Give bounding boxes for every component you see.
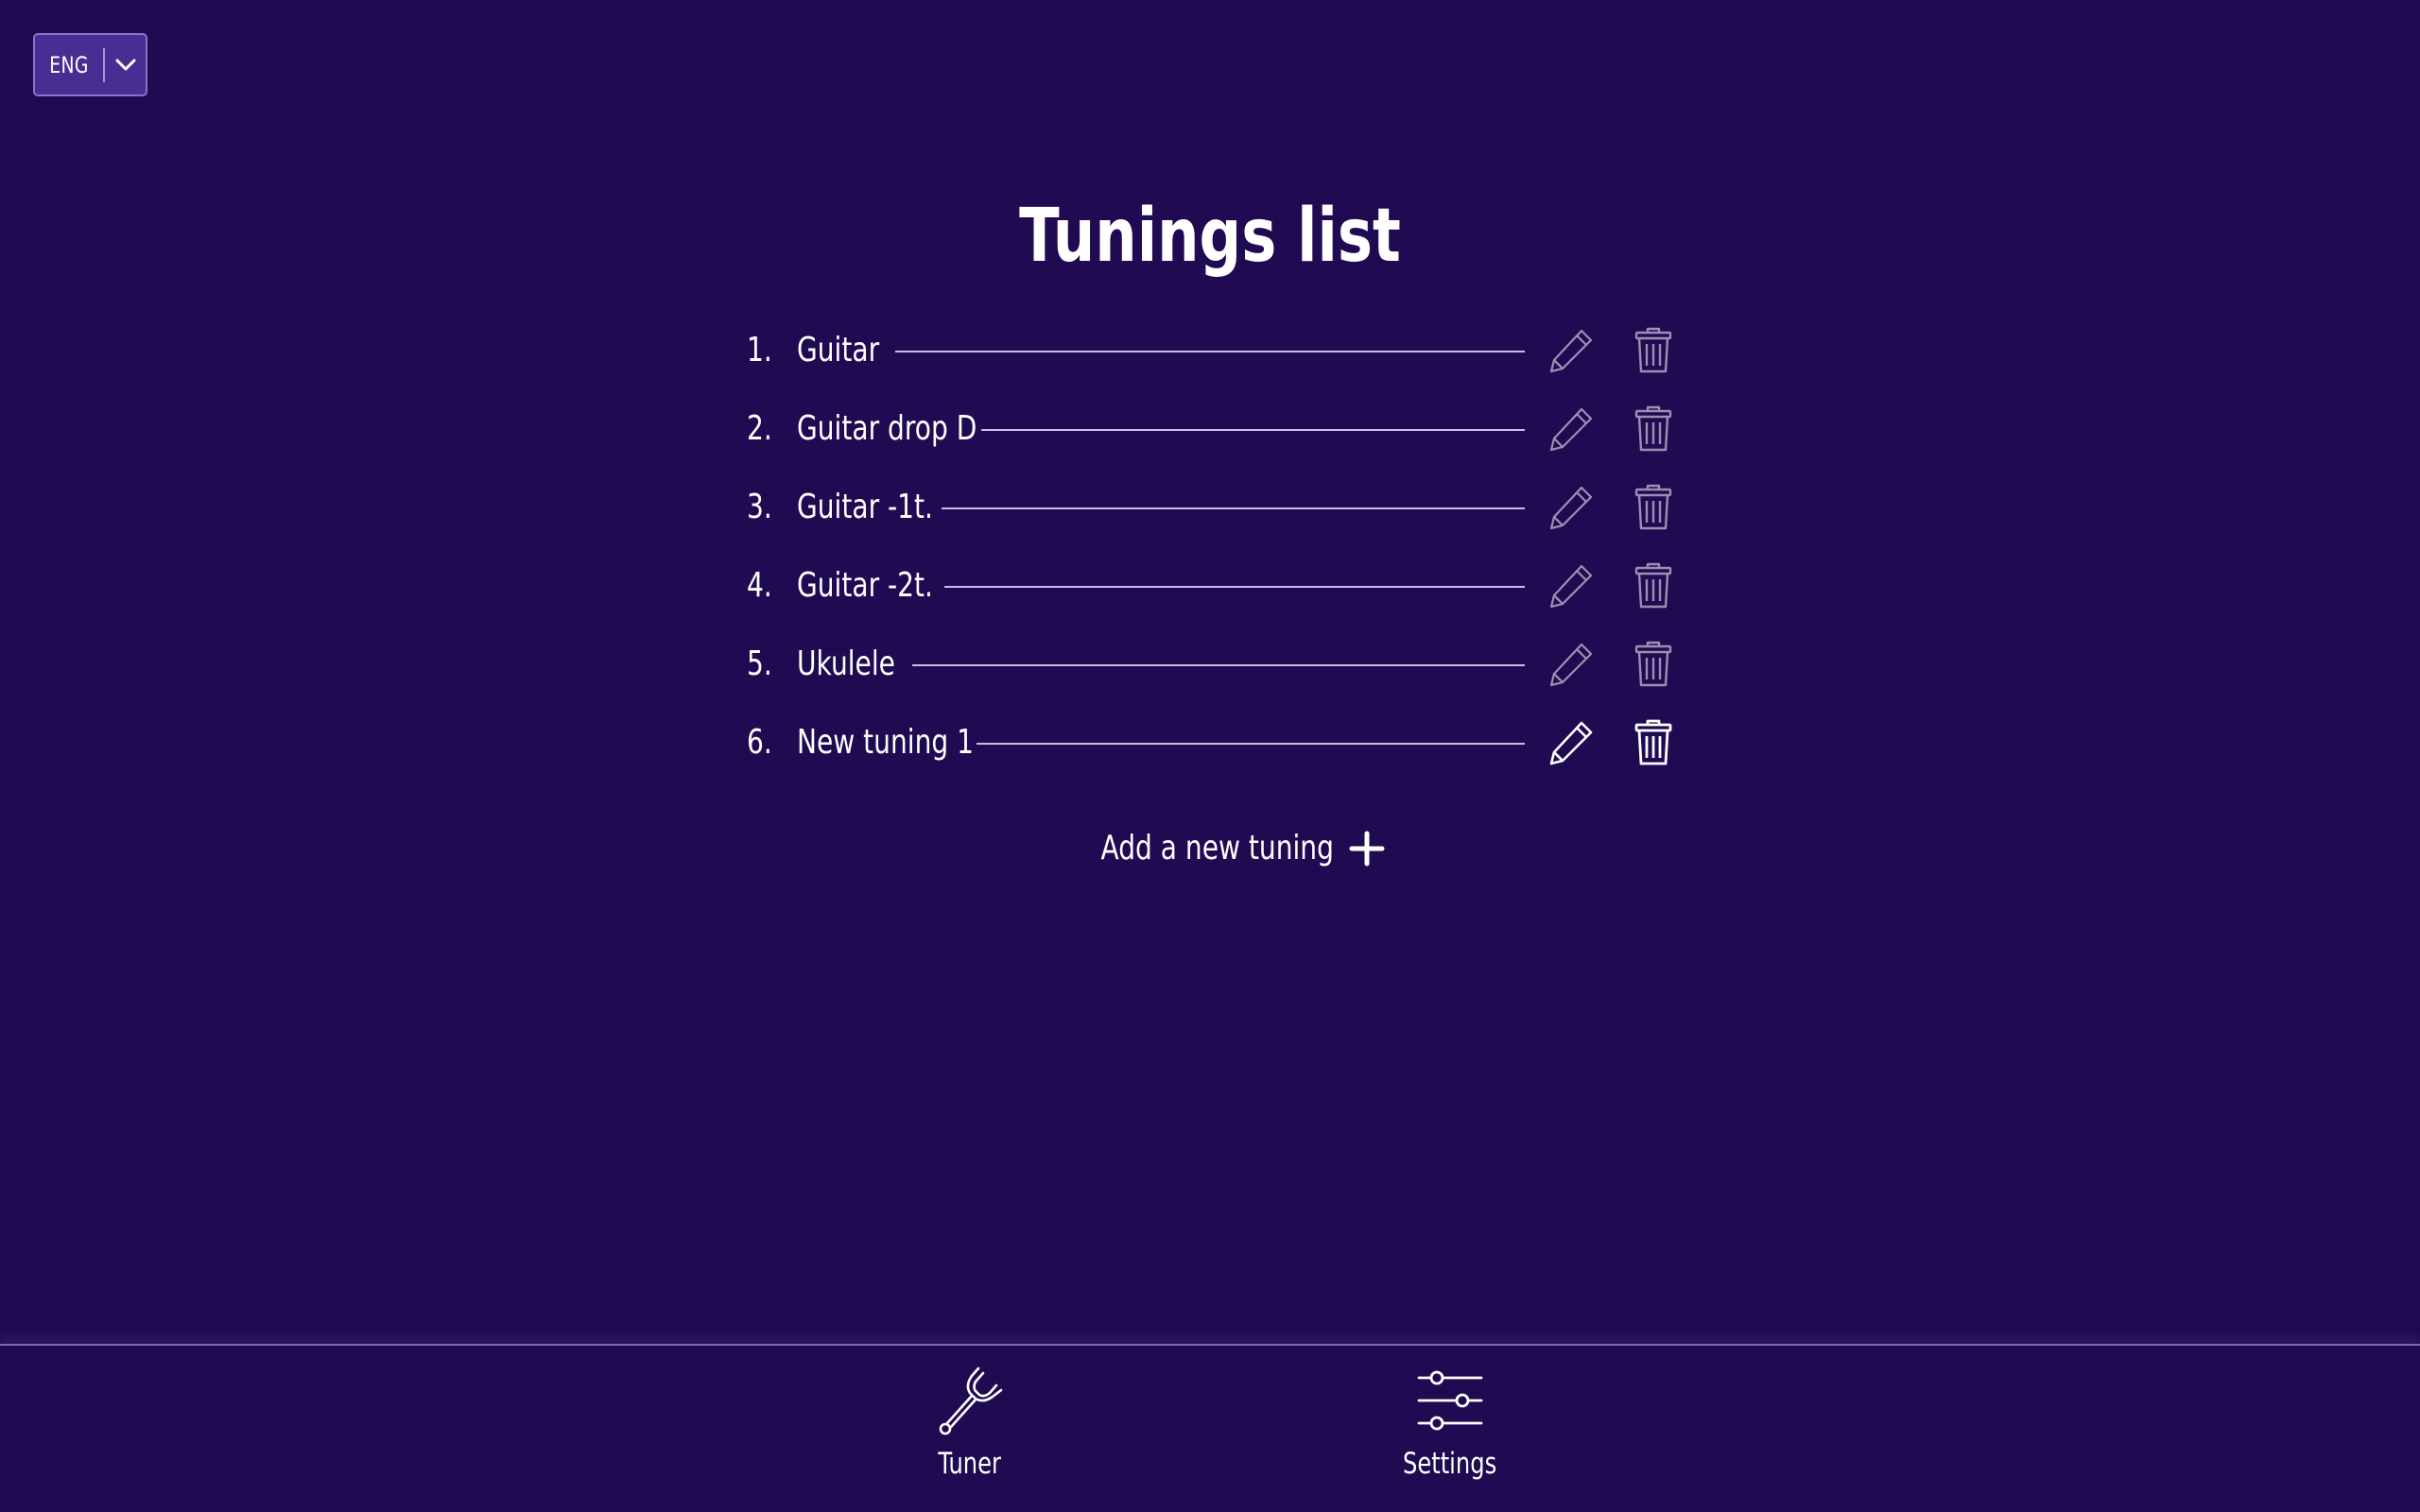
- tuning-fork-icon: [894, 1365, 1046, 1441]
- pencil-icon[interactable]: [1547, 326, 1596, 375]
- tuning-name: New tuning 1: [797, 723, 974, 762]
- sliders-icon: [1374, 1365, 1526, 1441]
- divider-line: [895, 351, 1525, 352]
- divider-line: [977, 743, 1525, 745]
- page-title: Tunings list: [1019, 194, 1401, 279]
- trash-icon[interactable]: [1632, 561, 1675, 610]
- divider-line: [981, 429, 1525, 431]
- add-tuning-content: Add a new tuning: [1035, 829, 1385, 868]
- nav-label-settings: Settings: [1403, 1447, 1497, 1481]
- tuning-name: Guitar: [797, 331, 880, 369]
- list-item[interactable]: 2. Guitar drop D: [747, 389, 1692, 468]
- divider-line: [944, 586, 1525, 588]
- tuning-number: 6.: [747, 723, 772, 762]
- plus-icon: [1349, 831, 1385, 867]
- tuning-name: Guitar -2t.: [797, 566, 933, 605]
- tunings-list: 1. Guitar 2. Guitar drop D 3. Guitar -1t…: [747, 311, 1692, 782]
- tuning-name: Guitar -1t.: [797, 488, 933, 526]
- trash-icon[interactable]: [1632, 326, 1675, 375]
- pencil-icon[interactable]: [1547, 640, 1596, 689]
- pencil-icon[interactable]: [1547, 483, 1596, 532]
- list-item[interactable]: 3. Guitar -1t.: [747, 468, 1692, 546]
- pencil-icon[interactable]: [1547, 561, 1596, 610]
- list-item[interactable]: 1. Guitar: [747, 311, 1692, 389]
- divider-line: [942, 507, 1525, 509]
- nav-item-settings[interactable]: Settings: [1374, 1365, 1526, 1481]
- list-item[interactable]: 6. New tuning 1: [747, 703, 1692, 782]
- language-label: ENG: [49, 51, 89, 78]
- tunings-page: ENG Tunings list 1. Guitar 2. Guitar dro…: [0, 0, 2420, 1512]
- list-item[interactable]: 4. Guitar -2t.: [747, 546, 1692, 625]
- trash-icon[interactable]: [1632, 718, 1675, 767]
- tuning-number: 4.: [747, 566, 772, 605]
- trash-icon[interactable]: [1632, 483, 1675, 532]
- list-item[interactable]: 5. Ukulele: [747, 625, 1692, 703]
- bottom-navigation: Tuner Settings: [0, 1344, 2420, 1512]
- trash-icon[interactable]: [1632, 404, 1675, 454]
- pencil-icon[interactable]: [1547, 404, 1596, 454]
- nav-item-tuner[interactable]: Tuner: [894, 1365, 1046, 1481]
- language-selector[interactable]: ENG: [33, 33, 147, 96]
- tuning-number: 3.: [747, 488, 772, 526]
- tuning-name: Ukulele: [797, 644, 895, 683]
- divider-line: [912, 664, 1525, 666]
- tuning-number: 1.: [747, 331, 772, 369]
- tuning-number: 2.: [747, 409, 772, 448]
- pencil-icon[interactable]: [1547, 718, 1596, 767]
- tuning-number: 5.: [747, 644, 772, 683]
- trash-icon[interactable]: [1632, 640, 1675, 689]
- nav-label-tuner: Tuner: [938, 1447, 1002, 1481]
- add-tuning-label: Add a new tuning: [1100, 829, 1334, 868]
- tuning-name: Guitar drop D: [797, 409, 977, 448]
- chevron-down-icon: [105, 59, 146, 72]
- add-tuning-button[interactable]: Add a new tuning: [0, 829, 2420, 868]
